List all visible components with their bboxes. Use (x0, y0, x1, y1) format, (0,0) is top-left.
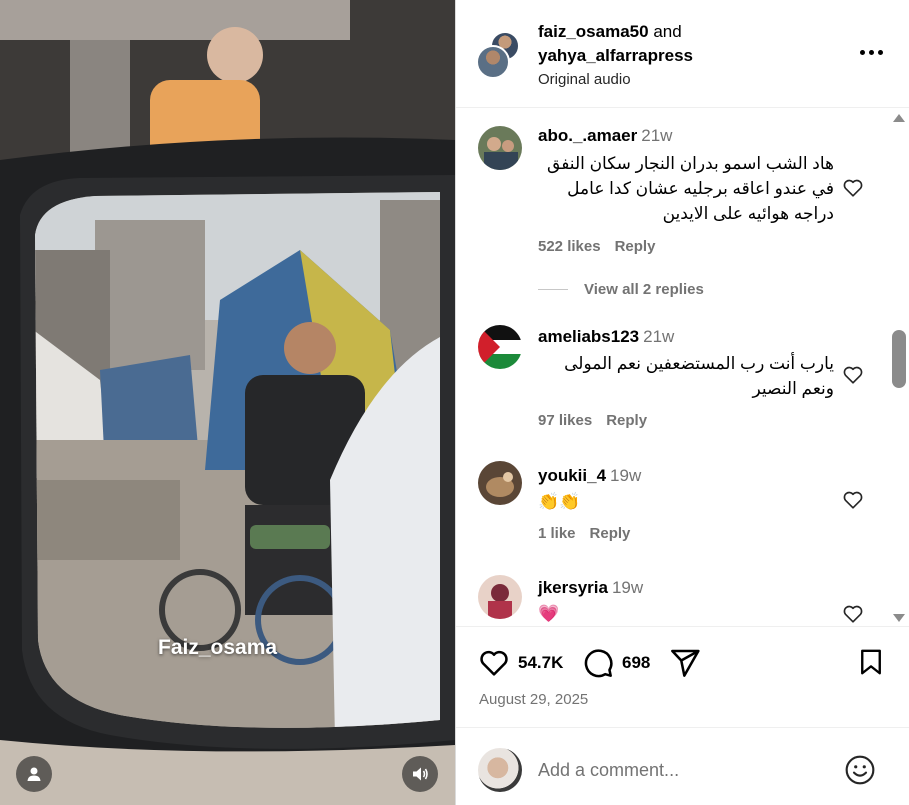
smiley-icon[interactable] (844, 754, 876, 786)
comment-reply-button[interactable]: Reply (590, 525, 631, 542)
scrollbar-thumb[interactable] (892, 330, 906, 388)
comment-button[interactable]: 698 (582, 647, 650, 679)
comment-text: 💗 (538, 604, 560, 623)
comment-like-icon[interactable] (842, 489, 864, 511)
author-avatars[interactable] (476, 31, 524, 79)
avatar (478, 748, 522, 792)
avatar (476, 45, 510, 79)
comment-item: ameliabs123 21w يارب أنت رب المستضعفين نع… (456, 325, 886, 435)
like-button[interactable]: 54.7K (478, 647, 563, 679)
comment-item: abo._.amaer 21w هاد الشب اسمو بدران النجا… (456, 123, 886, 273)
comment-time[interactable]: 21w (643, 327, 674, 346)
comment-like-icon[interactable] (842, 364, 864, 386)
comment-likes[interactable]: 97 likes (538, 412, 592, 429)
scroll-down-arrow-icon[interactable] (893, 614, 905, 622)
video-watermark: Faiz_osama (158, 636, 278, 659)
post-actions: 54.7K 698 August 29, 2025 (456, 626, 909, 726)
comment-time[interactable]: 19w (610, 466, 641, 485)
video-frame (0, 0, 455, 805)
author-names: faiz_osama50 and yahya_alfarrapress Orig… (538, 20, 693, 92)
comment-likes[interactable]: 522 likes (538, 238, 601, 255)
replies-divider (538, 289, 568, 290)
comment-text: يارب أنت رب المستضعفين نعم المولى ونعم ا… (564, 354, 834, 398)
paper-plane-icon (671, 649, 700, 677)
comment-like-icon[interactable] (842, 603, 864, 625)
scroll-up-arrow-icon[interactable] (893, 114, 905, 122)
comment-item: youkii_4 19w 👏👏 1 like Reply (456, 461, 886, 551)
comment-text: هاد الشب اسمو بدران النجار سكان النفق في… (547, 154, 834, 223)
author-link-2[interactable]: yahya_alfarrapress (538, 44, 693, 68)
more-dots-icon (878, 49, 883, 55)
post-media[interactable]: Faiz_osama (0, 0, 455, 805)
comment-like-icon[interactable] (842, 177, 864, 199)
comment-input[interactable] (538, 756, 838, 784)
more-dots-icon (860, 49, 865, 55)
comment-likes[interactable]: 1 like (538, 525, 576, 542)
avatar[interactable] (478, 325, 522, 369)
comment-bubble-icon (584, 649, 613, 678)
view-replies-label: View all 2 replies (584, 281, 704, 298)
comment-username[interactable]: ameliabs123 (538, 327, 639, 346)
author-connector: and (653, 22, 682, 41)
bookmark-icon (861, 649, 881, 675)
share-button[interactable] (669, 647, 701, 679)
post-details-panel: faiz_osama50 and yahya_alfarrapress Orig… (455, 0, 909, 805)
comment-reply-button[interactable]: Reply (615, 238, 656, 255)
heart-icon (480, 650, 508, 676)
comment-time[interactable]: 21w (641, 126, 672, 145)
speaker-icon (413, 767, 428, 781)
post-date[interactable]: August 29, 2025 (479, 691, 588, 708)
comment-username[interactable]: abo._.amaer (538, 126, 637, 145)
more-options-button[interactable] (860, 44, 884, 60)
comment-username[interactable]: youkii_4 (538, 466, 606, 485)
save-button[interactable] (856, 647, 886, 677)
comment-count: 698 (622, 653, 651, 672)
view-replies-button[interactable]: View all 2 replies (538, 281, 704, 298)
comment-username[interactable]: jkersyria (538, 578, 608, 597)
avatar[interactable] (478, 461, 522, 505)
tagged-users-button[interactable] (16, 756, 52, 792)
author-link-1[interactable]: faiz_osama50 (538, 22, 649, 41)
user-tag-icon (27, 767, 41, 781)
comment-text: 👏👏 (538, 492, 581, 511)
avatar[interactable] (478, 126, 522, 170)
audio-link[interactable]: Original audio (538, 68, 693, 92)
audio-toggle-button[interactable] (402, 756, 438, 792)
avatar[interactable] (478, 575, 522, 619)
comment-time[interactable]: 19w (612, 578, 643, 597)
comment-reply-button[interactable]: Reply (606, 412, 647, 429)
comments-list: abo._.amaer 21w هاد الشب اسمو بدران النجا… (456, 109, 909, 625)
comment-composer (456, 727, 909, 805)
comment-item: jkersyria 19w 💗 (456, 575, 886, 625)
post-header: faiz_osama50 and yahya_alfarrapress Orig… (456, 0, 909, 108)
like-count[interactable]: 54.7K (518, 653, 563, 673)
more-dots-icon (869, 49, 874, 55)
comments-scrollbar[interactable] (890, 112, 908, 624)
